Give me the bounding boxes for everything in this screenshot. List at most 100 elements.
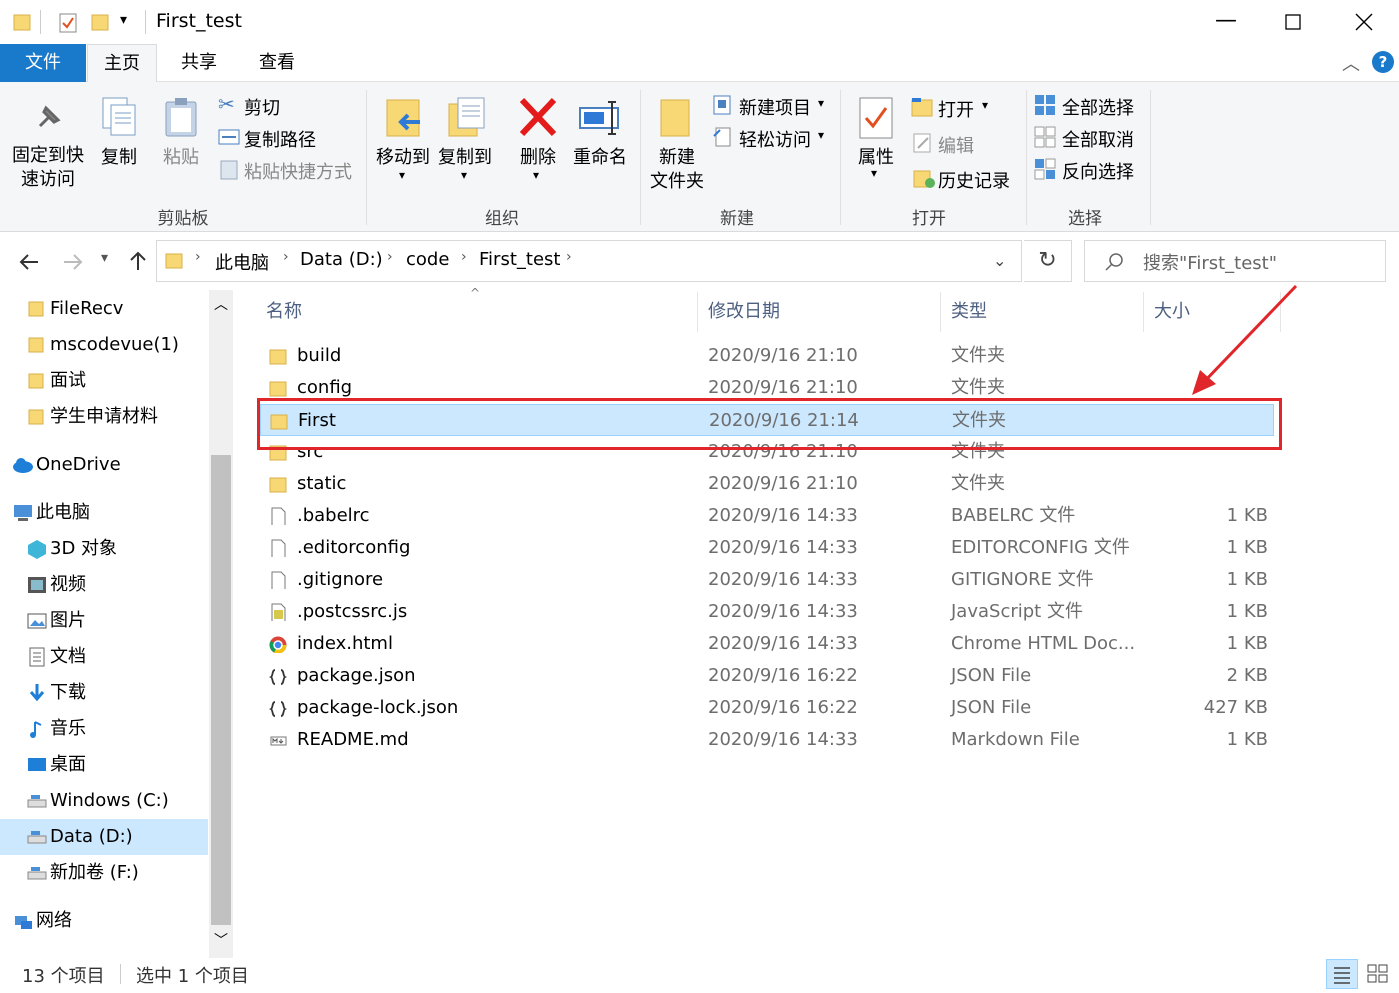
sidebar-item[interactable]: 面试 [0, 363, 208, 399]
file-name: .postcssrc.js [297, 601, 408, 622]
paste-button[interactable]: 粘贴 [156, 96, 206, 176]
rename-button[interactable]: 重命名 [568, 96, 632, 176]
file-row[interactable]: package-lock.json 2020/9/16 16:22 JSON Fil… [260, 692, 1274, 724]
address-bar[interactable]: › 此电脑 › Data (D:) › code › First_test › … [156, 240, 1022, 282]
file-row[interactable]: .editorconfig 2020/9/16 14:33 EDITORCONFIG… [260, 532, 1274, 564]
select-all-button[interactable]: 全部选择 [1034, 92, 1144, 119]
delete-button[interactable]: 删除 ▾ [510, 96, 566, 182]
collapse-ribbon-icon[interactable]: ︿ [1342, 50, 1360, 76]
forward-arrow-icon[interactable] [62, 253, 84, 271]
edit-button[interactable]: 编辑 [910, 130, 1020, 157]
cut-button[interactable]: ✂ 剪切 [216, 92, 356, 119]
breadcrumb-first-test[interactable]: First_test [479, 249, 560, 270]
select-none-label: 全部取消 [1062, 130, 1134, 151]
column-divider[interactable] [940, 292, 941, 332]
breadcrumb-this-pc[interactable]: 此电脑 [215, 249, 269, 275]
file-row[interactable]: .postcssrc.js 2020/9/16 14:33 JavaScript 文… [260, 596, 1274, 628]
sidebar-item[interactable]: Windows (C:) [0, 783, 208, 819]
file-row[interactable]: README.md 2020/9/16 14:33 Markdown File 1 K… [260, 724, 1274, 756]
file-row[interactable]: index.html 2020/9/16 14:33 Chrome HTML Doc… [260, 628, 1274, 660]
back-arrow-icon[interactable] [18, 253, 40, 271]
paste-label: 粘贴 [163, 147, 199, 168]
tab-file[interactable]: 文件 [0, 44, 86, 82]
sidebar-item[interactable]: 下载 [0, 675, 208, 711]
search-placeholder: 搜索"First_test" [1143, 253, 1278, 274]
recent-locations-icon[interactable]: ▾ [101, 250, 108, 266]
refresh-button[interactable]: ↻ [1024, 240, 1072, 282]
sidebar-item[interactable]: 新加卷 (F:) [0, 855, 208, 891]
quick-access-dropdown-icon[interactable]: ▾ [120, 12, 127, 28]
sidebar-item[interactable]: 图片 [0, 603, 208, 639]
paste-shortcut-button[interactable]: 粘贴快捷方式 [216, 156, 361, 183]
column-header-name[interactable]: 名称 [266, 296, 302, 328]
sidebar-item[interactable]: OneDrive [0, 447, 208, 483]
new-item-button[interactable]: 新建项目 ▾ [712, 92, 832, 119]
breadcrumb-code[interactable]: code [406, 249, 449, 270]
file-row[interactable]: static 2020/9/16 21:10 文件夹 [260, 468, 1274, 500]
sidebar-item-label: Data (D:) [50, 826, 133, 847]
details-view-button[interactable] [1326, 959, 1358, 989]
scrollbar-thumb[interactable] [211, 455, 231, 925]
easy-access-button[interactable]: 轻松访问 ▾ [712, 124, 832, 151]
new-item-icon [713, 95, 731, 115]
open-button[interactable]: 打开 ▾ [910, 94, 1020, 121]
scroll-down-icon[interactable]: ﹀ [214, 930, 228, 950]
copy-button[interactable]: 复制 [94, 96, 144, 176]
new-folder-quick-icon[interactable] [90, 12, 110, 32]
sidebar-item[interactable]: 视频 [0, 567, 208, 603]
sidebar-item[interactable]: Data (D:) [0, 819, 208, 855]
sidebar-item[interactable]: 桌面 [0, 747, 208, 783]
file-row[interactable]: package.json 2020/9/16 16:22 JSON File 2 KB [260, 660, 1274, 692]
invert-selection-button[interactable]: 反向选择 [1034, 156, 1144, 183]
search-icon [1105, 253, 1123, 271]
close-button[interactable] [1355, 13, 1373, 31]
sidebar-item[interactable]: 网络 [0, 903, 208, 939]
minimize-button[interactable]: — [1215, 8, 1237, 33]
edit-icon [913, 133, 931, 153]
column-header-type[interactable]: 类型 [951, 296, 987, 328]
help-icon[interactable]: ? [1372, 51, 1394, 73]
tab-view[interactable]: 查看 [243, 44, 311, 82]
sidebar-item[interactable]: FileRecv [0, 291, 208, 327]
sidebar-item[interactable]: 此电脑 [0, 495, 208, 531]
ribbon-separator [1150, 90, 1151, 225]
sidebar-item[interactable]: mscodevue(1) [0, 327, 208, 363]
search-box[interactable]: 搜索"First_test" [1084, 240, 1386, 282]
folder-icon [28, 337, 44, 353]
delete-label: 删除 [520, 147, 556, 168]
details-view-icon [1334, 967, 1350, 984]
address-dropdown-icon[interactable]: ⌄ [993, 251, 1006, 270]
file-row[interactable]: build 2020/9/16 21:10 文件夹 [260, 340, 1274, 372]
column-divider[interactable] [1143, 292, 1144, 332]
column-divider[interactable] [697, 292, 698, 332]
sidebar-item[interactable]: 文档 [0, 639, 208, 675]
copy-path-button[interactable]: 复制路径 [216, 124, 356, 151]
copy-to-button[interactable]: 复制到 ▾ [434, 96, 496, 182]
file-row[interactable]: .babelrc 2020/9/16 14:33 BABELRC 文件 1 KB [260, 500, 1274, 532]
new-folder-button[interactable]: 新建 文件夹 [646, 96, 708, 196]
tab-home[interactable]: 主页 [87, 44, 157, 83]
select-none-button[interactable]: 全部取消 [1034, 124, 1144, 151]
tab-share[interactable]: 共享 [165, 44, 233, 82]
breadcrumb-data-d[interactable]: Data (D:) [300, 249, 383, 270]
scroll-up-icon[interactable]: ︿ [214, 294, 228, 314]
file-row[interactable]: .gitignore 2020/9/16 14:33 GITIGNORE 文件 1 K… [260, 564, 1274, 596]
download-icon [29, 684, 45, 702]
large-icons-view-button[interactable] [1362, 959, 1394, 989]
pin-quick-access-button[interactable]: 固定到快 速访问 [10, 96, 86, 196]
properties-quick-icon[interactable] [58, 12, 78, 34]
maximize-button[interactable] [1285, 14, 1301, 30]
file-size: 2 KB [1226, 665, 1268, 686]
group-select-label: 选择 [1068, 209, 1102, 229]
sidebar-item[interactable]: 学生申请材料 [0, 399, 208, 435]
sidebar-item[interactable]: 3D 对象 [0, 531, 208, 567]
properties-button[interactable]: 属性 ▾ [848, 96, 904, 180]
sidebar-scrollbar[interactable]: ︿ ﹀ [209, 290, 233, 958]
sidebar-item[interactable]: 音乐 [0, 711, 208, 747]
up-arrow-icon[interactable] [129, 250, 147, 272]
sidebar-item-label: 视频 [50, 574, 86, 595]
move-to-button[interactable]: 移动到 ▾ [372, 96, 434, 182]
history-button[interactable]: 历史记录 [910, 165, 1020, 192]
annotation-arrow-icon [1192, 284, 1298, 395]
column-header-date[interactable]: 修改日期 [708, 296, 780, 328]
